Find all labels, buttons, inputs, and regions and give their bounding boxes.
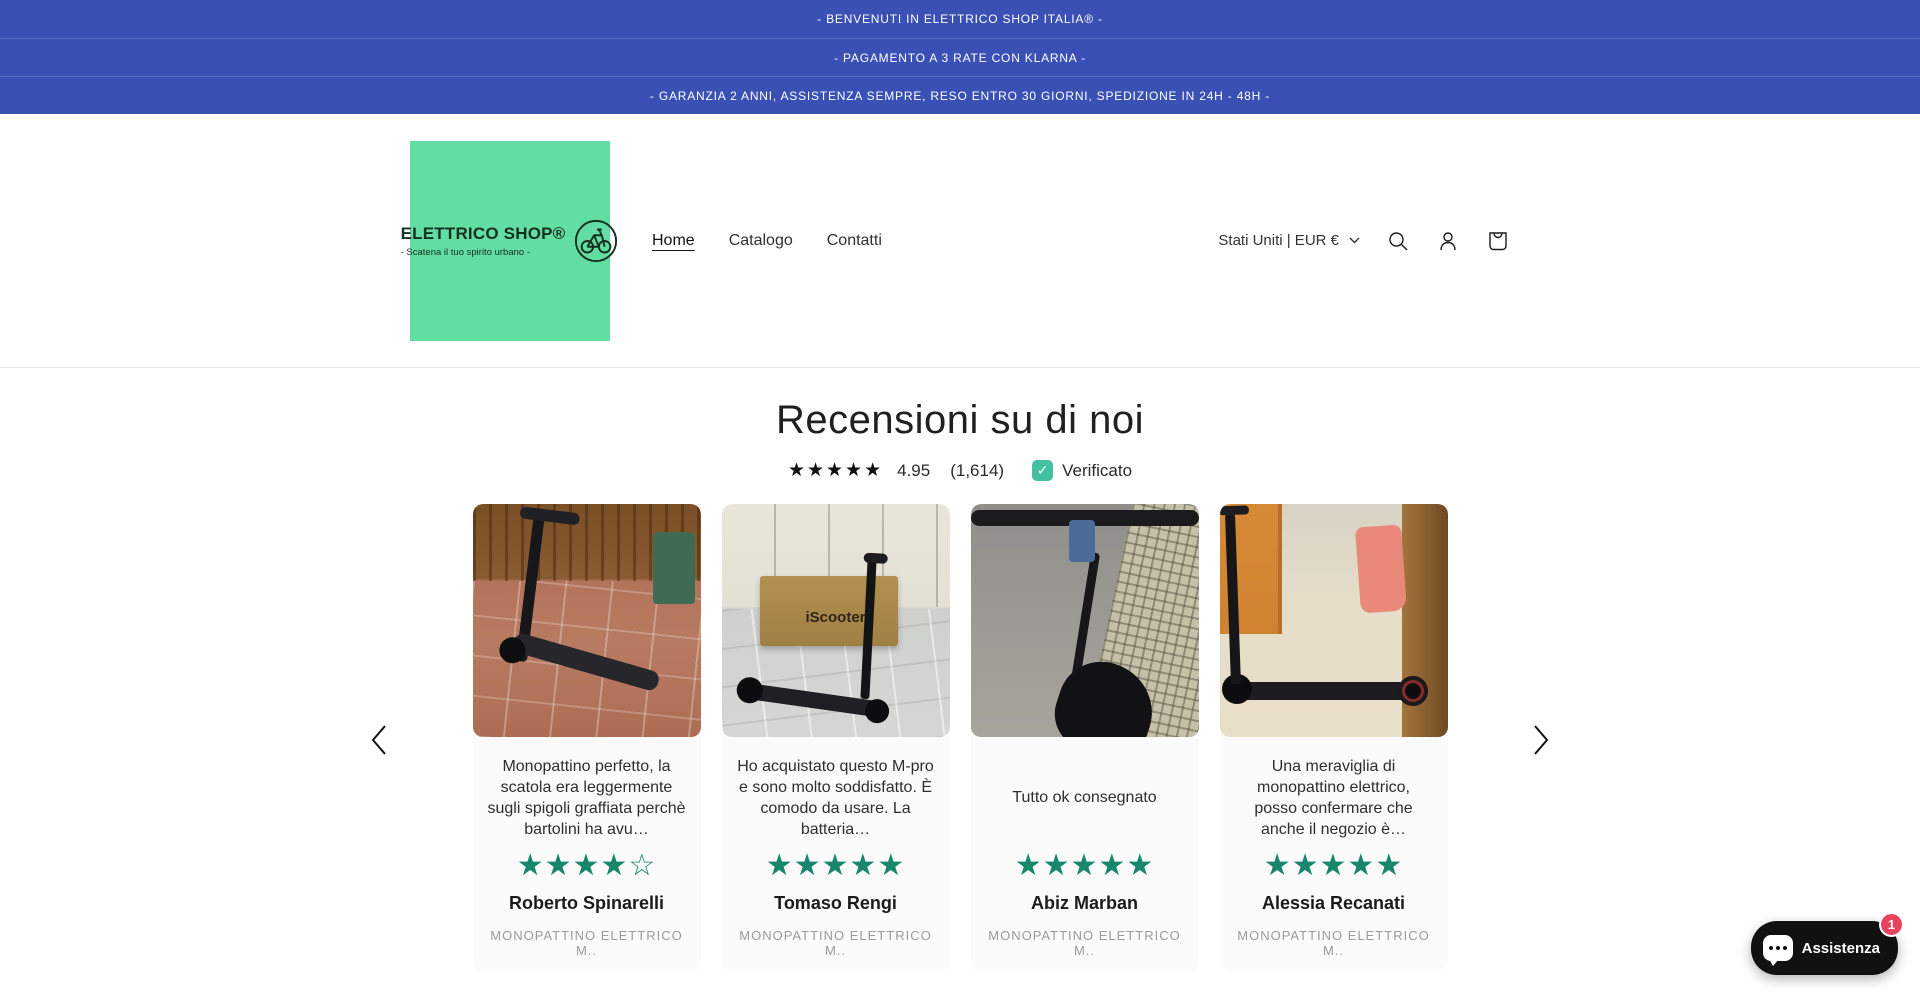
cart-button[interactable]	[1486, 229, 1510, 253]
overall-rating: ★★★★★ 4.95 (1,614) ✓ Verificato	[0, 459, 1920, 482]
announcement-text-1: - BENVENUTI IN ELETTRICO SHOP ITALIA® -	[817, 12, 1103, 26]
logo-subtitle: - Scatena il tuo spirito urbano -	[401, 247, 566, 258]
bike-logo-icon	[573, 218, 619, 264]
review-text: Una meraviglia di monopattino elettrico,…	[1230, 753, 1438, 843]
chat-assistance-widget[interactable]: Assistenza 1	[1751, 921, 1898, 975]
review-card[interactable]: Una meraviglia di monopattino elettrico,…	[1220, 504, 1448, 972]
announcement-bar-1: - BENVENUTI IN ELETTRICO SHOP ITALIA® -	[0, 0, 1920, 38]
review-star-rating: ★★★★★	[981, 851, 1189, 881]
reviewer-name: Tomaso Rengi	[732, 893, 940, 914]
review-card[interactable]: Tutto ok consegnato ★★★★★ Abiz Marban MO…	[971, 504, 1199, 972]
review-photo	[1220, 504, 1448, 737]
chevron-right-icon	[1530, 723, 1552, 757]
review-star-rating: ★★★★☆	[483, 851, 691, 881]
review-cards-row: Monopattino perfetto, la scatola era leg…	[410, 504, 1510, 972]
site-header: ELETTRICO SHOP® - Scatena il tuo spirito…	[0, 114, 1920, 368]
product-name: MONOPATTINO ELETTRICO M..	[1230, 928, 1438, 958]
chat-label: Assistenza	[1802, 940, 1880, 957]
locale-selector[interactable]: Stati Uniti | EUR €	[1218, 232, 1360, 249]
reviews-section: Recensioni su di noi ★★★★★ 4.95 (1,614) …	[0, 368, 1920, 972]
review-card[interactable]: Monopattino perfetto, la scatola era leg…	[473, 504, 701, 972]
reviewer-name: Alessia Recanati	[1230, 893, 1438, 914]
chat-bubble-icon	[1763, 935, 1793, 961]
rating-count: (1,614)	[950, 461, 1004, 481]
nav-home[interactable]: Home	[652, 232, 695, 250]
main-nav: Home Catalogo Contatti	[652, 232, 882, 250]
product-name: MONOPATTINO ELETTRICO M..	[483, 928, 691, 958]
product-name: MONOPATTINO ELETTRICO M..	[981, 928, 1189, 958]
review-text: Monopattino perfetto, la scatola era leg…	[483, 753, 691, 843]
review-star-rating: ★★★★★	[1230, 851, 1438, 881]
reviews-carousel: Monopattino perfetto, la scatola era leg…	[410, 504, 1510, 972]
announcement-bar-3: - GARANZIA 2 ANNI, ASSISTENZA SEMPRE, RE…	[0, 76, 1920, 114]
review-photo	[473, 504, 701, 737]
nav-catalogo[interactable]: Catalogo	[729, 232, 793, 250]
announcement-text-2: - PAGAMENTO A 3 RATE CON KLARNA -	[834, 51, 1086, 65]
reviewer-name: Abiz Marban	[981, 893, 1189, 914]
carousel-prev-button[interactable]	[364, 719, 394, 764]
verified-badge-wrap: ✓ Verificato	[1032, 460, 1132, 481]
chevron-left-icon	[368, 723, 390, 757]
chevron-down-icon	[1349, 237, 1360, 244]
account-icon	[1437, 230, 1459, 252]
verified-label: Verificato	[1062, 461, 1132, 481]
review-photo	[971, 504, 1199, 737]
account-button[interactable]	[1436, 229, 1460, 253]
locale-label: Stati Uniti | EUR €	[1218, 232, 1339, 249]
search-icon	[1387, 230, 1409, 252]
reviews-title: Recensioni su di noi	[0, 398, 1920, 443]
announcement-text-3: - GARANZIA 2 ANNI, ASSISTENZA SEMPRE, RE…	[650, 89, 1270, 103]
store-logo[interactable]: ELETTRICO SHOP® - Scatena il tuo spirito…	[410, 141, 610, 341]
review-text: Tutto ok consegnato	[981, 753, 1189, 843]
photo-label: iScooter	[722, 609, 950, 626]
overall-rating-stars: ★★★★★	[788, 459, 883, 482]
review-photo: iScooter	[722, 504, 950, 737]
review-star-rating: ★★★★★	[732, 851, 940, 881]
logo-title: ELETTRICO SHOP®	[401, 224, 566, 244]
review-text: Ho acquistato questo M-pro e sono molto …	[732, 753, 940, 843]
reviewer-name: Roberto Spinarelli	[483, 893, 691, 914]
announcement-bar-2: - PAGAMENTO A 3 RATE CON KLARNA -	[0, 38, 1920, 76]
verified-check-icon: ✓	[1032, 460, 1053, 481]
search-button[interactable]	[1386, 229, 1410, 253]
chat-unread-badge: 1	[1879, 912, 1904, 937]
rating-value: 4.95	[897, 461, 930, 481]
product-name: MONOPATTINO ELETTRICO M..	[732, 928, 940, 958]
carousel-next-button[interactable]	[1526, 719, 1556, 764]
cart-icon	[1487, 230, 1509, 252]
review-card[interactable]: iScooter Ho acquistato questo M-pro e so…	[722, 504, 950, 972]
nav-contatti[interactable]: Contatti	[827, 232, 882, 250]
